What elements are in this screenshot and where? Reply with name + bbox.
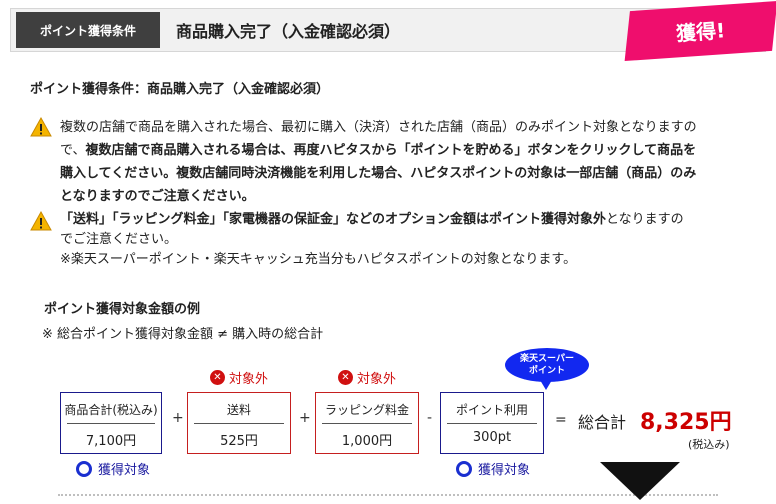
box-divider	[447, 423, 537, 424]
notice2-line2: でご注意ください。	[60, 232, 178, 247]
condition-text: ポイント獲得条件：商品購入完了（入金確認必須）	[30, 82, 330, 97]
target-text: 獲得対象	[478, 463, 531, 478]
notice2-line1-normal: となりますの	[606, 212, 684, 227]
excluded-text: 対象外	[229, 372, 269, 387]
operator-plus: +	[299, 410, 311, 426]
excluded-label-wrapping: ✕ 対象外	[338, 368, 396, 387]
bubble-tail	[540, 380, 552, 390]
total-label: 総合計	[578, 413, 627, 432]
box-value: 525円	[220, 434, 258, 449]
target-text: 獲得対象	[98, 463, 151, 478]
warning-icon	[30, 117, 52, 137]
box-shipping: 送料 525円	[187, 392, 291, 454]
target-label-product: 獲得対象	[76, 459, 150, 478]
close-circle-icon: ✕	[210, 370, 225, 385]
header: ポイント獲得条件 商品購入完了（入金確認必須） 獲得!	[0, 0, 776, 62]
notice1-line1: 複数の店舗で商品を購入された場合、最初に購入（決済）された店舗（商品）のみポイン…	[60, 120, 697, 135]
notice1-line3: 購入してください。複数店舗同時決済機能を利用した場合、ハピタスポイントの対象は一…	[60, 166, 697, 181]
bubble-line1: 楽天スーパー	[520, 354, 574, 364]
total-value: 8,325円	[640, 410, 732, 435]
notice2-line1-bold: 「送料」「ラッピング料金」「家電機器の保証金」などのオプション金額はポイント獲得…	[60, 212, 607, 227]
excluded-text: 対象外	[357, 372, 397, 387]
box-label: 商品合計(税込み)	[64, 403, 158, 417]
arrow-down-icon	[600, 462, 680, 500]
box-label: ラッピング料金	[324, 403, 409, 417]
box-divider	[322, 423, 412, 424]
header-title: 商品購入完了（入金確認必須）	[176, 22, 401, 41]
example-title: ポイント獲得対象金額の例	[44, 302, 201, 317]
box-point-usage: ポイント利用 300pt	[440, 392, 544, 454]
notice1-line2b: 複数店舗で商品購入される場合は、再度ハピタスから「ポイントを貯める」ボタンをクリ…	[85, 143, 697, 158]
warning-icon	[30, 211, 52, 231]
operator-plus: +	[172, 410, 184, 426]
excluded-label-shipping: ✕ 対象外	[210, 368, 268, 387]
circle-icon	[76, 460, 92, 477]
notice-multi-store: 複数の店舗で商品を購入された場合、最初に購入（決済）された店舗（商品）のみポイン…	[30, 116, 776, 208]
bubble-line2: ポイント	[528, 366, 565, 376]
box-value: 300pt	[472, 430, 512, 445]
box-divider	[67, 423, 155, 424]
rakuten-point-bubble: 楽天スーパー ポイント	[505, 348, 589, 382]
target-label-points: 獲得対象	[456, 459, 530, 478]
close-circle-icon: ✕	[338, 370, 353, 385]
example-note: ※ 総合ポイント獲得対象金額 ≠ 購入時の総合計	[42, 327, 324, 342]
notice-options: 「送料」「ラッピング料金」「家電機器の保証金」などのオプション金額はポイント獲得…	[30, 210, 776, 270]
box-label: 送料	[226, 403, 251, 417]
notice1-line2a: で、	[60, 143, 86, 158]
operator-minus: -	[427, 410, 433, 426]
condition-badge: ポイント獲得条件	[16, 12, 160, 48]
notice2-line3: ※楽天スーパーポイント・楽天キャッシュ充当分もハピタスポイントの対象となります。	[60, 252, 577, 267]
box-value: 1,000円	[341, 434, 393, 449]
box-label: ポイント利用	[455, 403, 528, 417]
notice1-line4: となりますのでご注意ください。	[60, 189, 255, 204]
box-product-total: 商品合計(税込み) 7,100円	[60, 392, 162, 454]
box-divider	[194, 423, 284, 424]
operator-equals: =	[555, 412, 567, 428]
circle-icon	[456, 460, 472, 477]
total-tax-note: (税込み)	[688, 438, 730, 451]
box-value: 7,100円	[85, 434, 137, 449]
get-ribbon-text: 獲得!	[675, 18, 727, 46]
box-wrapping: ラッピング料金 1,000円	[315, 392, 419, 454]
